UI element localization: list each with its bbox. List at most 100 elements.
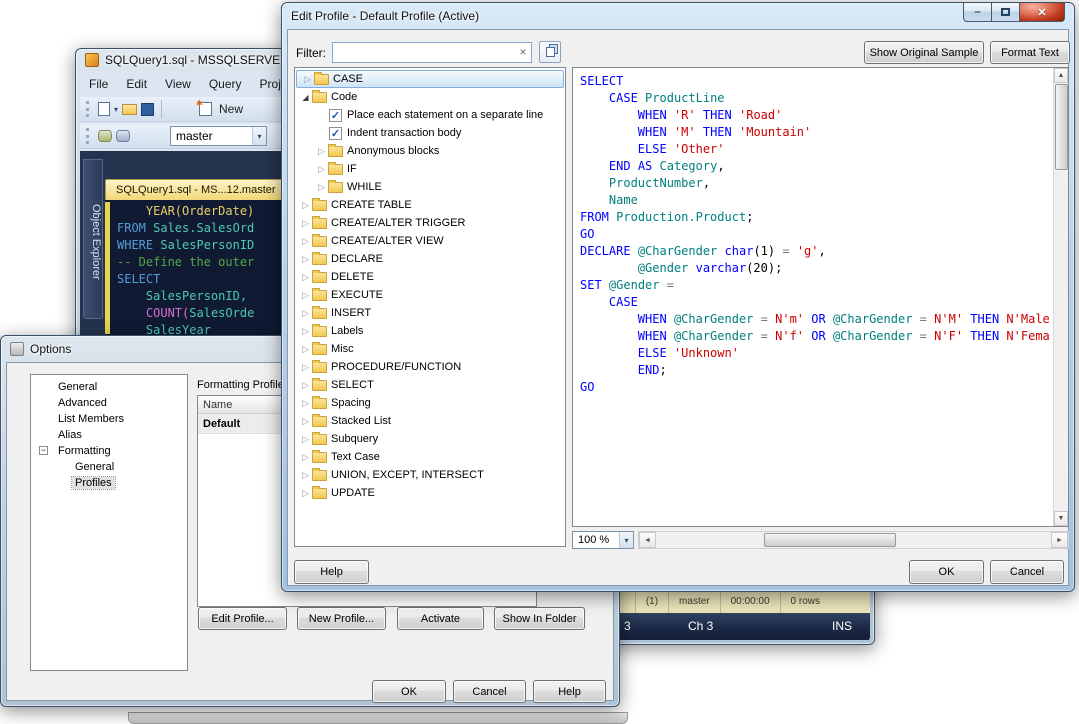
vertical-scrollbar[interactable]: ▲ ▼ — [1053, 68, 1068, 526]
ok-button[interactable]: OK — [372, 680, 446, 703]
edit-profile-titlebar[interactable]: Edit Profile - Default Profile (Active) — [282, 3, 1074, 29]
collapsed-arrow-icon[interactable]: ▷ — [315, 182, 328, 193]
collapsed-arrow-icon[interactable]: ▷ — [299, 452, 312, 463]
profile-tree-item-spacing[interactable]: ▷Spacing — [295, 394, 565, 412]
collapsed-arrow-icon[interactable]: ▷ — [299, 254, 312, 265]
profile-tree-item-insert[interactable]: ▷INSERT — [295, 304, 565, 322]
tree-expander-icon[interactable]: − — [39, 446, 48, 455]
menu-item-query[interactable]: Query — [200, 74, 251, 94]
dropdown-icon[interactable]: ▾ — [619, 532, 633, 548]
collapsed-arrow-icon[interactable]: ▷ — [299, 290, 312, 301]
format-text-button[interactable]: Format Text — [990, 41, 1070, 64]
collapsed-arrow-icon[interactable]: ▷ — [299, 362, 312, 373]
scroll-up-icon[interactable]: ▲ — [1054, 68, 1068, 83]
database-icon[interactable] — [98, 130, 112, 142]
menu-item-edit[interactable]: Edit — [117, 74, 156, 94]
options-tree-item-general[interactable]: General — [31, 459, 187, 475]
vertical-scroll-thumb[interactable] — [1055, 84, 1068, 170]
collapsed-arrow-icon[interactable]: ▷ — [299, 272, 312, 283]
database-alt-icon[interactable] — [116, 130, 130, 142]
options-tree-item-general[interactable]: General — [31, 379, 187, 395]
dropdown-icon[interactable]: ▾ — [114, 105, 118, 114]
profile-tree-item-union-except-intersect[interactable]: ▷UNION, EXCEPT, INTERSECT — [295, 466, 565, 484]
collapsed-arrow-icon[interactable]: ▷ — [315, 164, 328, 175]
collapsed-arrow-icon[interactable]: ▷ — [299, 200, 312, 211]
checkbox[interactable]: ✓ — [329, 109, 342, 122]
collapsed-arrow-icon[interactable]: ▷ — [299, 470, 312, 481]
options-tree-item-profiles[interactable]: Profiles — [31, 475, 187, 491]
collapsed-arrow-icon[interactable]: ▷ — [299, 308, 312, 319]
profile-tree-item-misc[interactable]: ▷Misc — [295, 340, 565, 358]
zoom-combo[interactable]: 100 % ▾ — [572, 531, 634, 549]
menu-item-file[interactable]: File — [80, 74, 117, 94]
options-tree-item-advanced[interactable]: Advanced — [31, 395, 187, 411]
profile-tree-item-labels[interactable]: ▷Labels — [295, 322, 565, 340]
collapsed-arrow-icon[interactable]: ▷ — [301, 74, 314, 85]
profile-tree-item-update[interactable]: ▷UPDATE — [295, 484, 565, 502]
profile-tree-item-create-table[interactable]: ▷CREATE TABLE — [295, 196, 565, 214]
new-query-label[interactable]: New — [219, 102, 243, 116]
copy-profile-button[interactable] — [539, 41, 561, 63]
menu-item-view[interactable]: View — [156, 74, 200, 94]
scroll-left-icon[interactable]: ◄ — [639, 532, 656, 548]
new-document-icon[interactable] — [98, 102, 110, 116]
toolbar-grip[interactable] — [86, 128, 90, 144]
show-original-sample-button[interactable]: Show Original Sample — [864, 41, 984, 64]
profile-tree-item-create-alter-trigger[interactable]: ▷CREATE/ALTER TRIGGER — [295, 214, 565, 232]
profile-tree-item-delete[interactable]: ▷DELETE — [295, 268, 565, 286]
help-button[interactable]: Help — [533, 680, 606, 703]
collapsed-arrow-icon[interactable]: ▷ — [299, 236, 312, 247]
options-tree-item-alias[interactable]: Alias — [31, 427, 187, 443]
object-explorer-tab[interactable]: Object Explorer — [83, 159, 103, 319]
save-icon[interactable] — [141, 103, 154, 116]
profile-tree-item-procedure-function[interactable]: ▷PROCEDURE/FUNCTION — [295, 358, 565, 376]
edit-profile-button[interactable]: Edit Profile... — [198, 607, 287, 630]
horizontal-scroll-thumb[interactable] — [764, 533, 896, 547]
profile-tree-item-place-each-statement-on-a-separate-line[interactable]: ✓Place each statement on a separate line — [295, 106, 565, 124]
collapsed-arrow-icon[interactable]: ▷ — [299, 326, 312, 337]
expanded-arrow-icon[interactable]: ◢ — [299, 93, 312, 102]
profile-tree-item-execute[interactable]: ▷EXECUTE — [295, 286, 565, 304]
cancel-button[interactable]: Cancel — [453, 680, 526, 703]
options-tree-item-formatting[interactable]: −Formatting — [31, 443, 187, 459]
new-query-icon[interactable] — [199, 102, 212, 116]
collapsed-arrow-icon[interactable]: ▷ — [315, 146, 328, 157]
profile-tree-item-code[interactable]: ◢Code — [295, 88, 565, 106]
scroll-down-icon[interactable]: ▼ — [1054, 511, 1068, 526]
minimize-button[interactable]: – — [963, 3, 992, 22]
profile-tree-item-if[interactable]: ▷IF — [295, 160, 565, 178]
profile-tree-item-select[interactable]: ▷SELECT — [295, 376, 565, 394]
show-in-folder-button[interactable]: Show In Folder — [494, 607, 585, 630]
profile-tree-item-create-alter-view[interactable]: ▷CREATE/ALTER VIEW — [295, 232, 565, 250]
collapsed-arrow-icon[interactable]: ▷ — [299, 218, 312, 229]
toolbar-grip[interactable] — [86, 101, 90, 117]
new-profile-button[interactable]: New Profile... — [297, 607, 386, 630]
collapsed-arrow-icon[interactable]: ▷ — [299, 380, 312, 391]
close-button[interactable]: ✕ — [1020, 3, 1065, 22]
profile-tree-item-subquery[interactable]: ▷Subquery — [295, 430, 565, 448]
checkbox[interactable]: ✓ — [329, 127, 342, 140]
collapsed-arrow-icon[interactable]: ▷ — [299, 398, 312, 409]
options-tree-item-list-members[interactable]: List Members — [31, 411, 187, 427]
filter-input[interactable] — [333, 44, 515, 61]
profile-tree-item-anonymous-blocks[interactable]: ▷Anonymous blocks — [295, 142, 565, 160]
profile-tree-item-while[interactable]: ▷WHILE — [295, 178, 565, 196]
horizontal-scrollbar[interactable]: ◄ ► — [638, 531, 1069, 549]
collapsed-arrow-icon[interactable]: ▷ — [299, 434, 312, 445]
open-folder-icon[interactable] — [122, 104, 137, 115]
help-button[interactable]: Help — [294, 560, 369, 584]
collapsed-arrow-icon[interactable]: ▷ — [299, 488, 312, 499]
activate-button[interactable]: Activate — [397, 607, 484, 630]
document-tab[interactable]: SQLQuery1.sql - MS...12.master — [105, 179, 287, 200]
profile-tree-item-text-case[interactable]: ▷Text Case — [295, 448, 565, 466]
profile-tree-item-stacked-list[interactable]: ▷Stacked List — [295, 412, 565, 430]
profile-tree-item-case[interactable]: ▷CASE — [296, 70, 564, 88]
collapsed-arrow-icon[interactable]: ▷ — [299, 344, 312, 355]
maximize-button[interactable] — [992, 3, 1020, 22]
profile-tree-item-indent-transaction-body[interactable]: ✓Indent transaction body — [295, 124, 565, 142]
dropdown-icon[interactable]: ▾ — [252, 127, 266, 145]
ok-button[interactable]: OK — [909, 560, 984, 584]
collapsed-arrow-icon[interactable]: ▷ — [299, 416, 312, 427]
cancel-button[interactable]: Cancel — [990, 560, 1064, 584]
clear-filter-icon[interactable]: ✕ — [515, 47, 531, 58]
